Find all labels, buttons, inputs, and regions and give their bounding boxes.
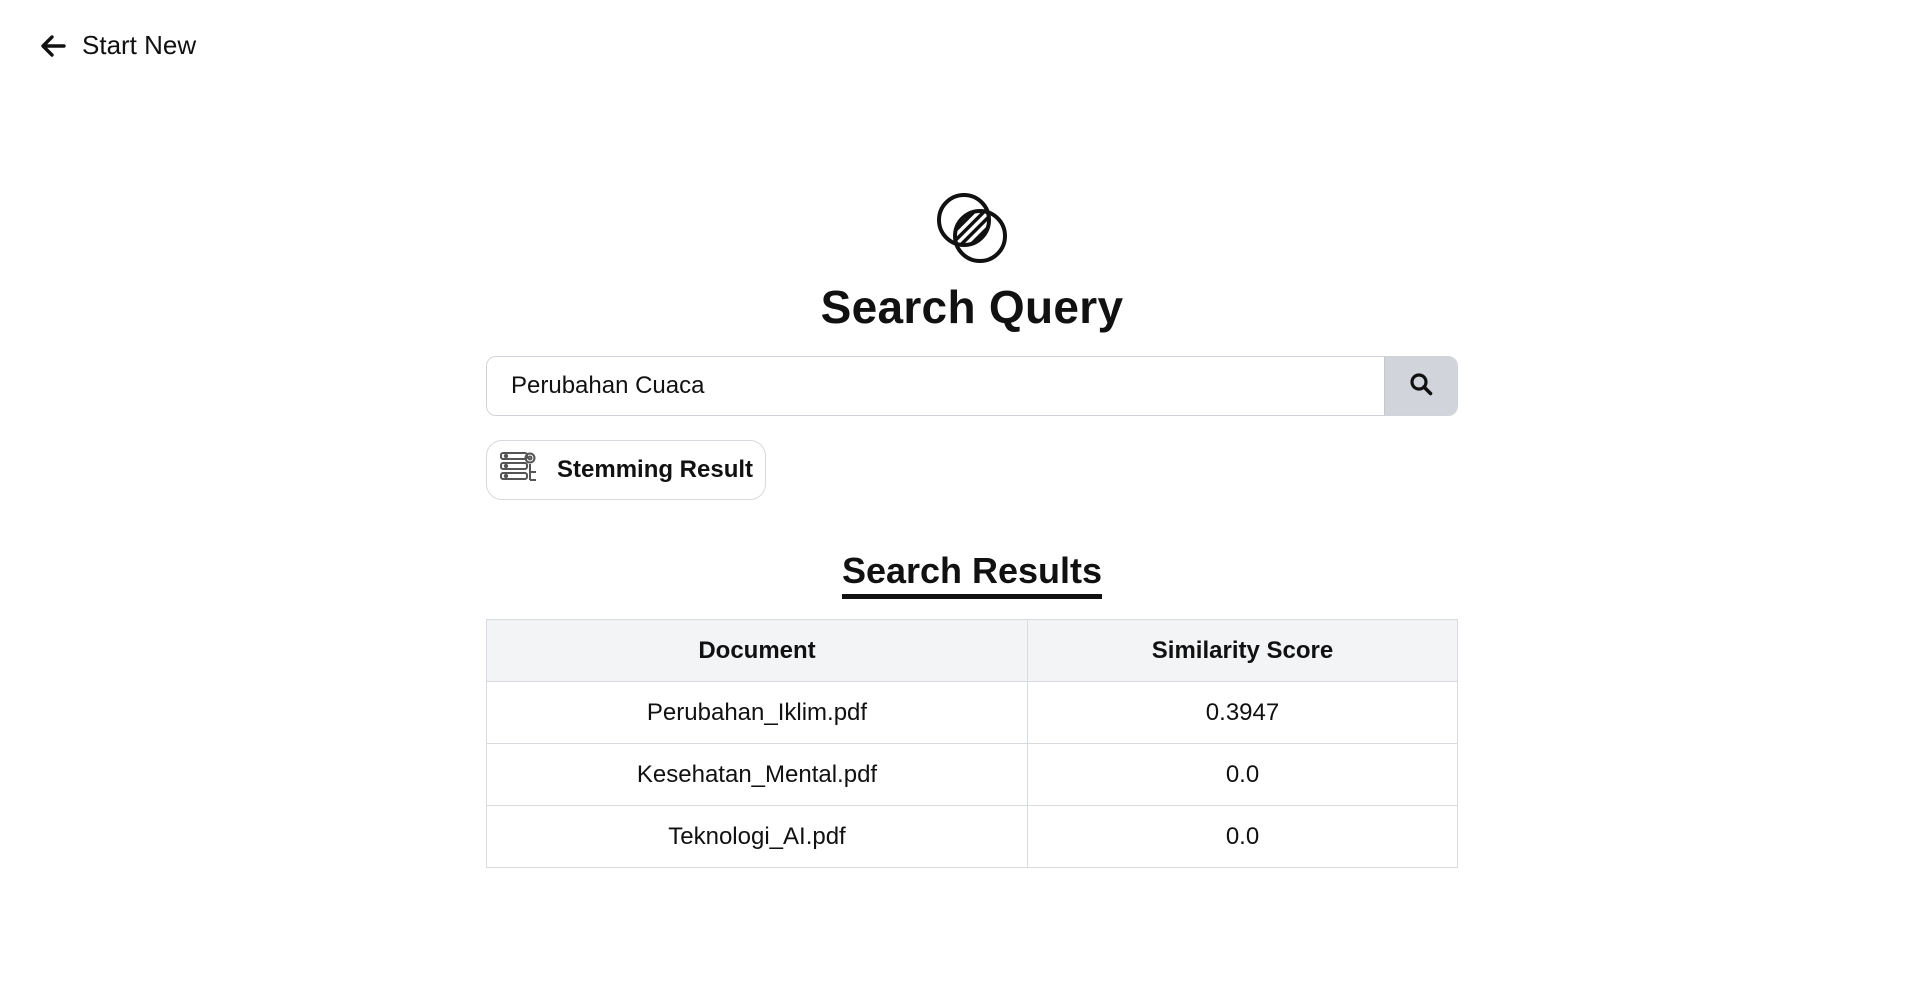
results-heading-wrap: Search Results: [486, 550, 1458, 599]
results-heading: Search Results: [841, 550, 1103, 599]
search-button[interactable]: [1384, 357, 1457, 415]
table-row: Teknologi_AI.pdf 0.0: [486, 805, 1458, 868]
search-input[interactable]: [487, 357, 1384, 415]
stemming-result-button[interactable]: Stemming Result: [486, 440, 767, 500]
score-cell: 0.0: [1027, 805, 1458, 868]
table-row: Perubahan_Iklim.pdf 0.3947: [486, 681, 1458, 744]
main-content: Search Query Perubahan Cuaca Stemming Re…: [486, 190, 1458, 868]
arrow-left-icon: [40, 34, 66, 58]
table-row: Kesehatan_Mental.pdf 0.0: [486, 743, 1458, 806]
venn-intersection-icon: [486, 190, 1458, 266]
column-header-document: Document: [486, 619, 1028, 682]
document-cell: Perubahan_Iklim.pdf: [486, 681, 1028, 744]
table-header-row: Document Similarity Score: [486, 619, 1458, 682]
start-new-label: Start New: [82, 30, 197, 60]
page-title: Search Query: [820, 281, 1124, 333]
document-cell: Teknologi_AI.pdf: [486, 805, 1028, 868]
score-cell: 0.3947: [1027, 681, 1458, 744]
search-bar: [486, 356, 1458, 416]
column-header-similarity-score: Similarity Score: [1027, 619, 1458, 682]
stemming-result-label: Stemming Result: [557, 456, 754, 483]
search-icon: [1409, 372, 1433, 401]
start-new-button[interactable]: Start New: [40, 30, 196, 61]
document-cell: Kesehatan_Mental.pdf: [486, 743, 1028, 806]
results-table: Document Similarity Score Perubahan_Ikli…: [486, 619, 1458, 868]
settings-list-icon: [499, 450, 539, 491]
score-cell: 0.0: [1027, 743, 1458, 806]
